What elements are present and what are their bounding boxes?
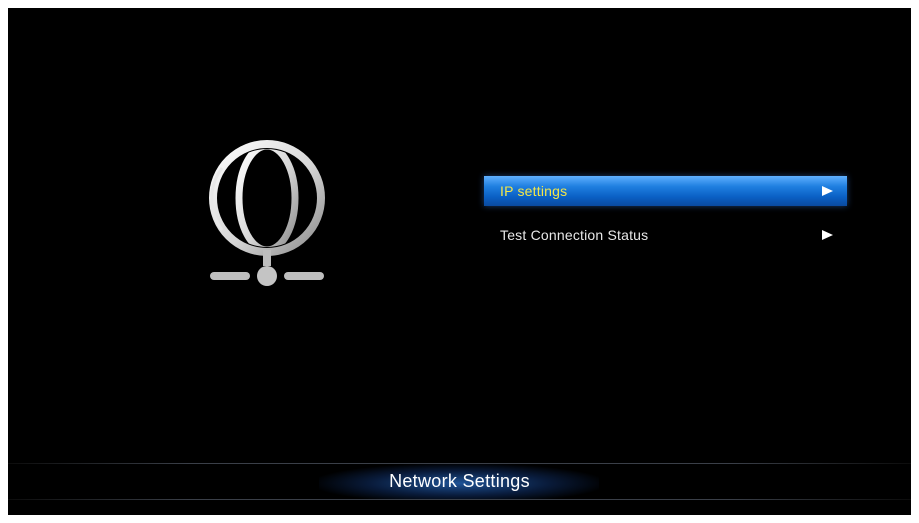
menu-item-label: Test Connection Status xyxy=(500,227,649,243)
menu-item-label: IP settings xyxy=(500,183,568,199)
footer-divider-bottom xyxy=(8,499,911,500)
network-settings-menu: IP settings Test Connection Status xyxy=(484,176,847,264)
network-globe-icon xyxy=(196,140,338,290)
arrow-right-icon xyxy=(822,230,833,240)
menu-item-ip-settings[interactable]: IP settings xyxy=(484,176,847,206)
tv-screen: IP settings Test Connection Status Netwo… xyxy=(8,8,911,515)
arrow-right-icon xyxy=(822,186,833,196)
page-title: Network Settings xyxy=(389,471,530,491)
menu-item-test-connection-status[interactable]: Test Connection Status xyxy=(484,220,847,250)
